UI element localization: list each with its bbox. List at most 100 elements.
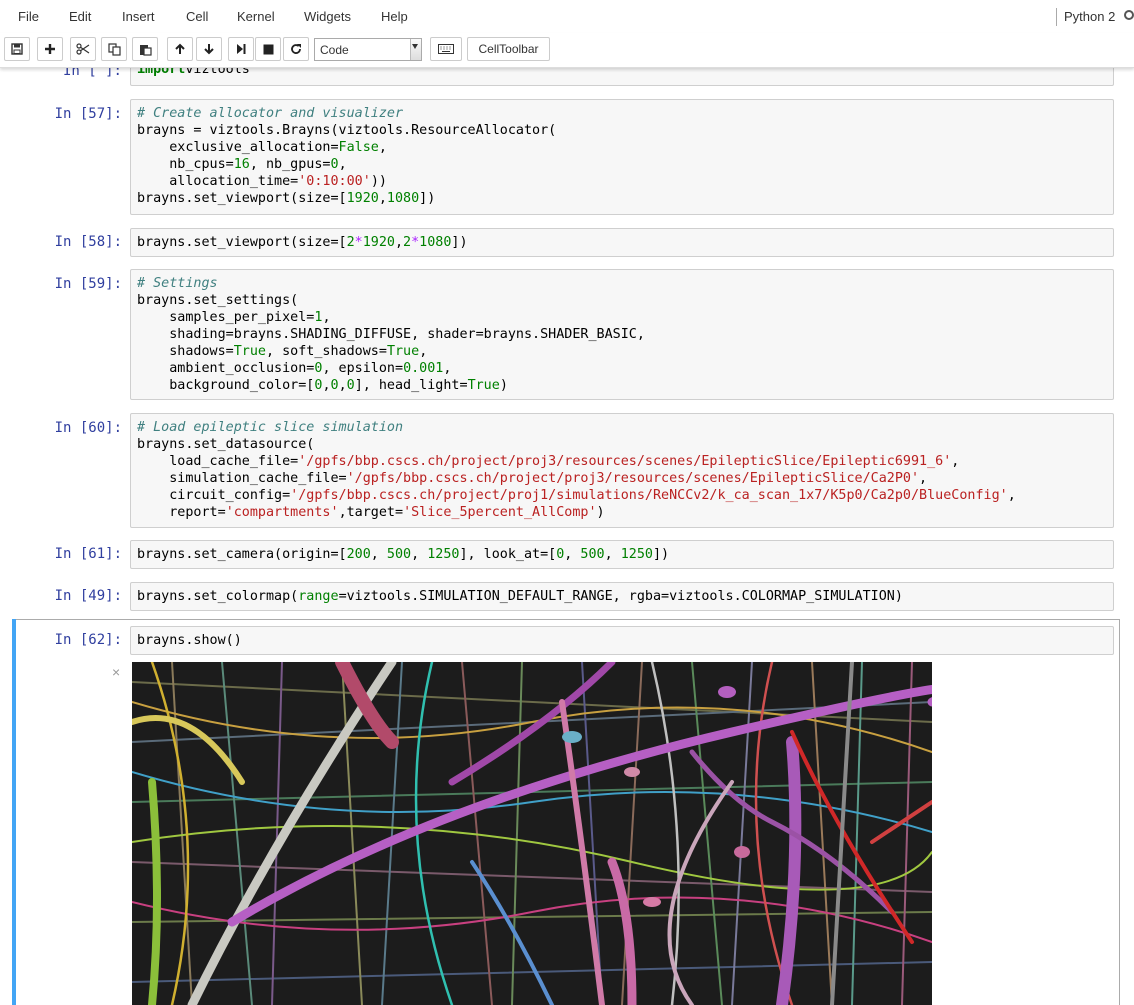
input-prompt: In [61]: [54, 546, 122, 562]
code-editor[interactable]: brayns.set_camera(origin=[200, 500, 1250… [137, 546, 1107, 563]
code-token: shading=brayns.SHADING_DIFFUSE, shader=b… [137, 327, 645, 342]
code-cell[interactable]: In [ ]: importviztools [14, 67, 1118, 89]
restart-kernel-button[interactable] [283, 37, 309, 61]
menu-file[interactable]: File [18, 9, 39, 24]
move-cell-up-button[interactable] [167, 37, 193, 61]
cut-cell-button[interactable] [70, 37, 96, 61]
code-line: brayns.set_datasource( [137, 436, 1107, 453]
code-token: circuit_config= [137, 488, 291, 503]
code-line: shading=brayns.SHADING_DIFFUSE, shader=b… [137, 326, 1107, 343]
code-token: * [411, 235, 420, 250]
code-editor[interactable]: brayns.show() [137, 632, 1107, 649]
code-line: brayns.set_viewport(size=[1920,1080]) [137, 190, 1107, 207]
chevron-down-icon [412, 44, 418, 49]
menu-edit[interactable]: Edit [69, 9, 91, 24]
copy-cell-button[interactable] [101, 37, 127, 61]
code-cell[interactable]: In [58]: brayns.set_viewport(size=[2*192… [14, 228, 1118, 257]
code-cell[interactable]: In [60]: # Load epileptic slice simulati… [14, 413, 1118, 528]
code-input[interactable]: # Create allocator and visualizer brayns … [130, 99, 1114, 215]
menu-widgets[interactable]: Widgets [304, 9, 351, 24]
code-token: , [378, 140, 387, 155]
code-editor[interactable]: brayns.set_viewport(size=[2*1920,2*1080]… [137, 234, 1107, 251]
run-cell-button[interactable] [228, 37, 254, 61]
code-token: False [338, 140, 379, 155]
code-editor[interactable]: importviztools [137, 67, 1107, 78]
insert-cell-below-button[interactable] [37, 37, 63, 61]
code-token: 1080 [386, 191, 420, 206]
code-token: , [322, 378, 331, 393]
input-prompt: In [59]: [54, 276, 122, 292]
code-token: 'compartments' [225, 505, 339, 520]
code-input[interactable]: importviztools [130, 67, 1114, 86]
code-token: * [354, 235, 363, 250]
menu-cell[interactable]: Cell [186, 9, 208, 24]
select-scroll [410, 39, 421, 60]
code-editor[interactable]: brayns.set_colormap(range=viztools.SIMUL… [137, 588, 1107, 605]
code-line: samples_per_pixel=1, [137, 309, 1107, 326]
code-cell[interactable]: In [57]: # Create allocator and visualiz… [14, 99, 1118, 215]
code-line: shadows=True, soft_shadows=True, [137, 343, 1107, 360]
code-token: 500 [386, 547, 412, 562]
move-cell-down-button[interactable] [196, 37, 222, 61]
menu-kernel[interactable]: Kernel [237, 9, 275, 24]
neuron-render-image [132, 662, 932, 1005]
code-token: 2 [346, 235, 355, 250]
kernel-name: Python 2 [1064, 9, 1116, 24]
code-input[interactable]: brayns.set_viewport(size=[2*1920,2*1080]… [130, 228, 1114, 257]
code-input[interactable]: brayns.set_camera(origin=[200, 500, 1250… [130, 540, 1114, 569]
code-token: ]) [419, 191, 436, 206]
code-token: brayns = viztools.Brayns(viztools.Resour… [137, 123, 557, 138]
code-token: 0 [346, 378, 355, 393]
code-token: 200 [346, 547, 371, 562]
code-editor[interactable]: # Create allocator and visualizer brayns … [137, 105, 1107, 207]
code-token: , [1007, 488, 1016, 503]
code-token: 16 [233, 157, 250, 172]
code-line: simulation_cache_file='/gpfs/bbp.cscs.ch… [137, 470, 1107, 487]
code-cell-selected[interactable]: In [62]: brayns.show() [14, 626, 1118, 655]
keyboard-icon [438, 44, 454, 54]
input-prompt: In [ ]: [62, 67, 122, 79]
code-line: allocation_time='0:10:00')) [137, 173, 1107, 190]
code-token: True [386, 344, 420, 359]
code-token: , [443, 361, 452, 376]
code-token: 2 [403, 235, 412, 250]
save-button[interactable] [4, 37, 30, 61]
code-token: ], look_at=[ [459, 547, 557, 562]
code-cell[interactable]: In [61]: brayns.set_camera(origin=[200, … [14, 540, 1118, 569]
menu-help[interactable]: Help [381, 9, 408, 24]
code-line: load_cache_file='/gpfs/bbp.cscs.ch/proje… [137, 453, 1107, 470]
code-input[interactable]: # Settings brayns.set_settings( samples_p… [130, 269, 1114, 400]
paste-icon [139, 44, 152, 56]
celltoolbar-button[interactable]: CellToolbar [467, 37, 550, 61]
code-line: # Load epileptic slice simulation [137, 419, 1107, 436]
code-token: # Load epileptic slice simulation [137, 420, 404, 435]
code-input[interactable]: brayns.show() [130, 626, 1114, 655]
code-input[interactable]: brayns.set_colormap(range=viztools.SIMUL… [130, 582, 1114, 611]
code-line: nb_cpus=16, nb_gpus=0, [137, 156, 1107, 173]
cell-type-select[interactable]: Code [314, 38, 422, 61]
code-editor[interactable]: # Settings brayns.set_settings( samples_p… [137, 275, 1107, 394]
paste-cell-button[interactable] [132, 37, 158, 61]
input-prompt: In [62]: [54, 632, 122, 648]
code-token: , [394, 235, 404, 250]
code-token: report= [137, 505, 226, 520]
code-line: brayns.show() [137, 632, 1107, 649]
interrupt-kernel-button[interactable] [255, 37, 281, 61]
code-editor[interactable]: # Load epileptic slice simulation brayns.… [137, 419, 1107, 521]
code-cell[interactable]: In [59]: # Settings brayns.set_settings( … [14, 269, 1118, 400]
command-palette-button[interactable] [430, 37, 462, 61]
code-token: samples_per_pixel= [137, 310, 315, 325]
code-line: report='compartments',target='Slice_5per… [137, 504, 1107, 521]
code-line: # Settings [137, 275, 1107, 292]
code-cell[interactable]: In [49]: brayns.set_colormap(range=vizto… [14, 582, 1118, 611]
code-token: # Create allocator and visualizer [137, 106, 404, 121]
code-token: brayns.set_colormap( [137, 589, 299, 604]
code-token: # Settings [137, 276, 218, 291]
code-input[interactable]: # Load epileptic slice simulation brayns.… [130, 413, 1114, 528]
menu-insert[interactable]: Insert [122, 9, 155, 24]
code-token: , [919, 471, 928, 486]
close-output-button[interactable]: × [112, 664, 120, 680]
code-token: , nb_gpus= [249, 157, 331, 172]
input-prompt: In [60]: [54, 420, 122, 436]
code-token: 0 [330, 378, 339, 393]
